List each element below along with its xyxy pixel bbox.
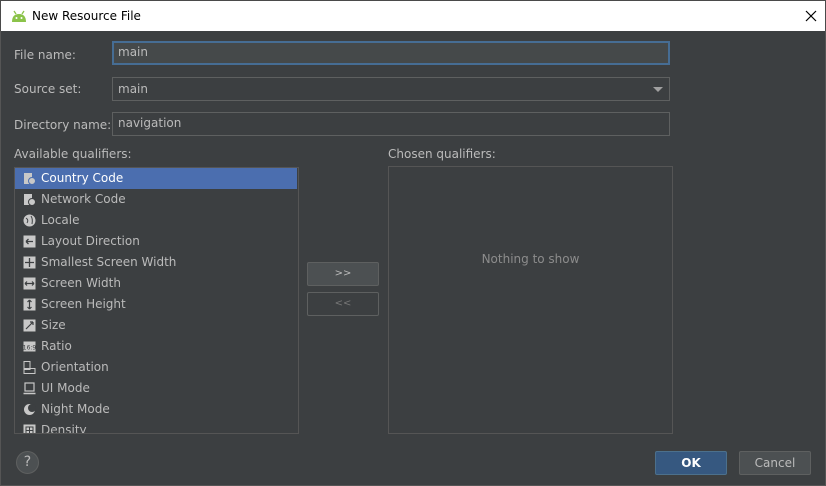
window-title: New Resource File	[32, 9, 141, 23]
list-item[interactable]: 16:9 Ratio	[15, 336, 297, 357]
list-item[interactable]: Screen Height	[15, 294, 297, 315]
add-qualifier-button[interactable]: >>	[307, 262, 379, 286]
ui-mode-icon	[23, 382, 36, 395]
chosen-qualifiers-label: Chosen qualifiers:	[388, 147, 496, 161]
list-item[interactable]: Orientation	[15, 357, 297, 378]
list-item-label: Ratio	[41, 339, 72, 353]
list-item-label: Network Code	[41, 192, 126, 206]
list-item[interactable]: Country Code	[15, 168, 297, 189]
available-qualifiers-list[interactable]: Country Code Network Code Locale Layout …	[14, 167, 299, 434]
list-item-label: Layout Direction	[41, 234, 140, 248]
directory-name-label: Directory name:	[14, 118, 112, 132]
size-icon	[23, 319, 36, 332]
country-code-icon	[24, 173, 36, 185]
list-item[interactable]: Network Code	[15, 189, 297, 210]
source-set-value: main	[118, 82, 148, 96]
list-item-label: Screen Width	[41, 276, 121, 290]
help-button[interactable]: ?	[16, 451, 39, 474]
chevron-down-icon	[653, 87, 663, 92]
source-set-label: Source set:	[14, 82, 82, 96]
empty-state-text: Nothing to show	[481, 252, 580, 266]
globe-icon	[23, 214, 36, 227]
list-item[interactable]: Smallest Screen Width	[15, 252, 297, 273]
smallest-width-icon	[23, 256, 36, 269]
ok-button[interactable]: OK	[655, 451, 727, 475]
orientation-icon	[23, 361, 36, 374]
available-qualifiers-label: Available qualifiers:	[14, 147, 132, 161]
list-item[interactable]: Layout Direction	[15, 231, 297, 252]
network-code-icon	[24, 194, 36, 206]
list-item-label: Country Code	[41, 171, 124, 185]
list-item[interactable]: Size	[15, 315, 297, 336]
remove-qualifier-button[interactable]: <<	[307, 292, 379, 316]
svg-text:16:9: 16:9	[23, 345, 36, 352]
title-bar: New Resource File	[0, 0, 826, 31]
list-item-label: Density	[41, 423, 87, 434]
list-item-label: Smallest Screen Width	[41, 255, 177, 269]
close-icon[interactable]	[801, 6, 821, 26]
file-name-input[interactable]: main	[112, 41, 670, 65]
file-name-label: File name:	[14, 48, 76, 62]
list-item-label: Locale	[41, 213, 80, 227]
list-item-label: UI Mode	[41, 381, 90, 395]
chosen-qualifiers-list[interactable]: Nothing to show	[388, 166, 673, 434]
list-item-label: Night Mode	[41, 402, 110, 416]
screen-height-icon	[23, 298, 36, 311]
list-item[interactable]: Density	[15, 420, 297, 434]
source-set-select[interactable]: main	[112, 77, 670, 101]
list-item[interactable]: Night Mode	[15, 399, 297, 420]
night-mode-icon	[24, 404, 36, 415]
ratio-icon: 16:9	[23, 341, 36, 352]
cancel-button[interactable]: Cancel	[739, 451, 811, 475]
list-item[interactable]: UI Mode	[15, 378, 297, 399]
screen-width-icon	[23, 277, 36, 290]
list-item-label: Screen Height	[41, 297, 126, 311]
layout-direction-icon	[23, 235, 36, 248]
list-item[interactable]: Locale	[15, 210, 297, 231]
list-item[interactable]: Screen Width	[15, 273, 297, 294]
dialog-content: File name: main Source set: main Directo…	[0, 31, 826, 486]
list-item-label: Size	[41, 318, 66, 332]
density-icon	[23, 424, 36, 433]
list-item-label: Orientation	[41, 360, 109, 374]
directory-name-input[interactable]: navigation	[112, 112, 670, 136]
android-icon	[12, 10, 26, 22]
